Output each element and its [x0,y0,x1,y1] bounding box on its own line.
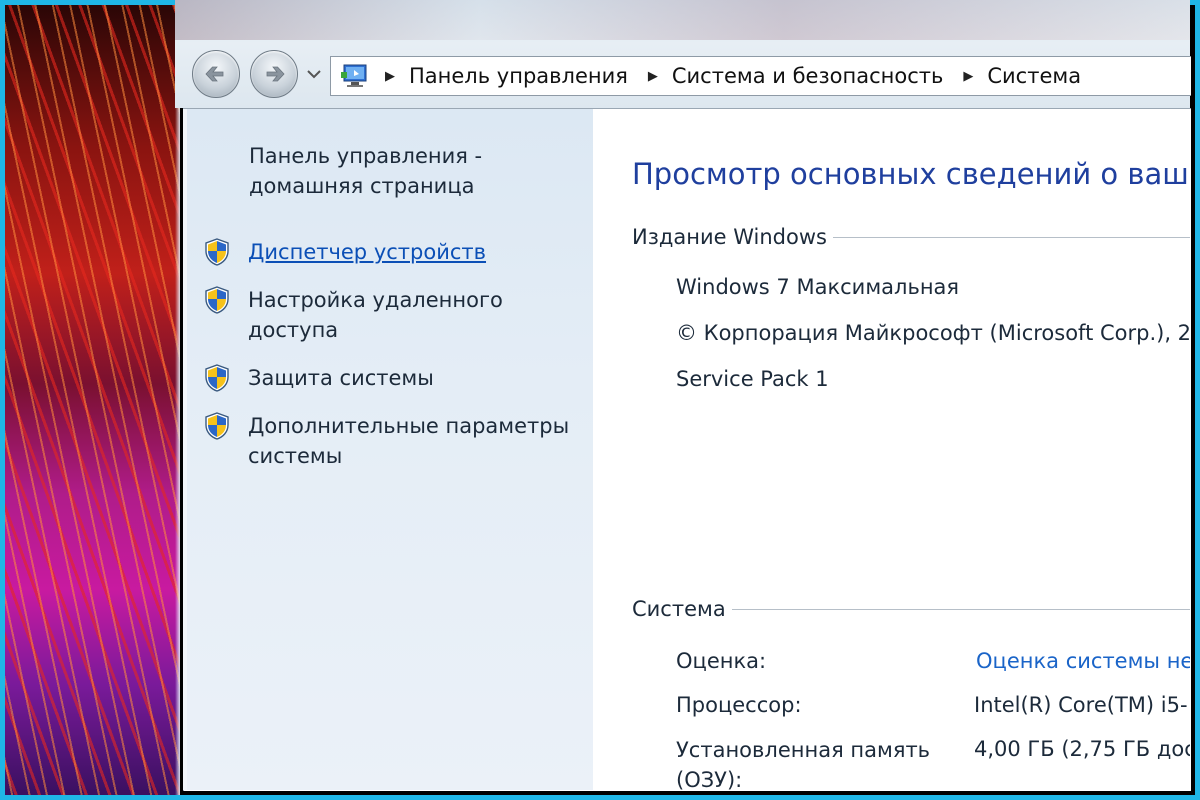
page-title: Просмотр основных сведений о вашем [632,157,1190,191]
task-label: Дополнительные параметры системы [248,414,570,468]
memory-label: Установленная память (ОЗУ): [676,738,931,790]
main-content: Просмотр основных сведений о вашем Издан… [590,109,1190,790]
control-panel-home-link[interactable]: Панель управления - домашняя страница [249,141,509,201]
forward-arrow-icon [266,66,285,82]
processor-label: Процессор: [676,693,802,717]
section-windows-edition: Издание Windows [632,225,1190,249]
forward-button[interactable] [250,50,298,98]
windows-copyright: © Корпорация Майкрософт (Microsoft Corp.… [676,321,1190,345]
task-device-manager[interactable]: Диспетчер устройств [203,237,578,267]
control-panel-icon [341,64,367,87]
uac-shield-icon [205,364,229,392]
breadcrumb-separator[interactable]: ▶ [648,69,658,84]
task-label: Диспетчер устройств [248,240,487,264]
rating-link[interactable]: Оценка системы нед [976,649,1190,673]
task-label: Настройка удаленного доступа [248,288,503,342]
task-advanced-settings[interactable]: Дополнительные параметры системы [203,411,578,471]
breadcrumb-separator[interactable]: ▶ [963,69,973,84]
processor-value: Intel(R) Core(TM) i5- [974,693,1188,717]
uac-shield-icon [205,238,229,266]
address-bar[interactable]: ▶ Панель управления ▶ Система и безопасн… [330,56,1191,96]
breadcrumb-control-panel[interactable]: Панель управления [409,64,628,88]
section-heading: Система [632,597,726,621]
section-divider [832,236,1190,238]
breadcrumb-system-security[interactable]: Система и безопасность [672,64,943,88]
uac-shield-icon [205,412,229,440]
windows-edition-name: Windows 7 Максимальная [676,275,960,299]
memory-value: 4,00 ГБ (2,75 ГБ досту [974,737,1190,761]
task-remote-settings[interactable]: Настройка удаленного доступа [203,285,508,345]
task-system-protection[interactable]: Защита системы [203,363,578,393]
back-arrow-icon [205,66,224,82]
section-heading: Издание Windows [632,225,827,249]
rating-label: Оценка: [676,649,767,673]
breadcrumb-system[interactable]: Система [987,64,1081,88]
desktop-wallpaper [5,5,180,795]
tasks-pane: Панель управления - домашняя страница Ди… [183,109,593,790]
chevron-down-icon[interactable] [306,68,322,80]
section-system: Система [632,597,1190,621]
titlebar-glass [175,0,1190,40]
breadcrumb-separator[interactable]: ▶ [385,69,395,84]
window-glow-edge [175,5,180,795]
task-label: Защита системы [248,366,434,390]
section-divider [731,608,1190,610]
back-button[interactable] [192,50,240,98]
service-pack: Service Pack 1 [676,367,829,391]
uac-shield-icon [205,286,229,314]
